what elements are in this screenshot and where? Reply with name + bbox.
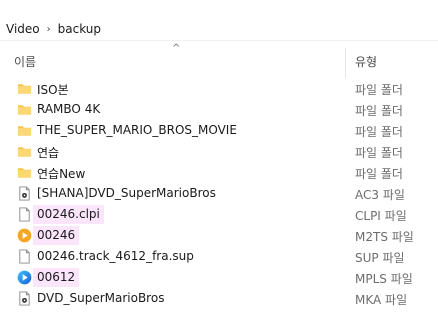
file-row[interactable]: 00246 M2TS 파일 <box>0 225 438 246</box>
file-name: 00246.clpi <box>37 207 100 221</box>
file-name: 연습New <box>37 167 86 181</box>
folder-icon <box>17 81 32 96</box>
file-row[interactable]: 연습New 파일 폴더 <box>0 162 438 183</box>
file-row[interactable]: 00612 MPLS 파일 <box>0 267 438 288</box>
file-name: 00246.track_4612_fra.sup <box>37 249 194 263</box>
file-type: M2TS 파일 <box>355 230 414 244</box>
file-type: CLPI 파일 <box>355 209 407 223</box>
file-row[interactable]: 00246.clpi CLPI 파일 <box>0 204 438 225</box>
file-name: 00612 <box>37 270 76 284</box>
file-row[interactable]: THE_SUPER_MARIO_BROS_MOVIE 파일 폴더 <box>0 120 438 141</box>
folder-icon <box>17 165 32 180</box>
file-name: 00246 <box>37 228 76 242</box>
sort-ascending-icon: ^ <box>172 43 181 54</box>
column-header-bar: 이름 ^ 유형 <box>0 40 438 78</box>
file-name: RAMBO 4K <box>37 102 101 116</box>
playlist-icon <box>17 270 32 285</box>
blank-file-icon <box>17 249 32 264</box>
file-type: 파일 폴더 <box>355 167 403 181</box>
file-type: 파일 폴더 <box>355 104 403 118</box>
file-type: MKA 파일 <box>355 293 408 307</box>
audio-file-icon <box>17 291 32 306</box>
file-type: MPLS 파일 <box>355 272 413 286</box>
column-resize-handle[interactable] <box>345 48 346 78</box>
address-bar[interactable]: Video › backup <box>0 0 438 41</box>
breadcrumb-item-video[interactable]: Video <box>6 22 40 36</box>
folder-icon <box>17 123 32 138</box>
audio-file-icon <box>17 186 32 201</box>
folder-icon <box>17 144 32 159</box>
file-list: ISO본 파일 폴더 RAMBO 4K 파일 폴더 THE_SUPER_MARIO_BR… <box>0 78 438 309</box>
media-player-icon <box>17 228 32 243</box>
file-row[interactable]: DVD_SuperMarioBros MKA 파일 <box>0 288 438 309</box>
file-type: 파일 폴더 <box>355 125 403 139</box>
file-name: THE_SUPER_MARIO_BROS_MOVIE <box>37 123 237 137</box>
file-row[interactable]: 00246.track_4612_fra.sup SUP 파일 <box>0 246 438 267</box>
file-name: ISO본 <box>37 83 69 97</box>
folder-icon <box>17 102 32 117</box>
breadcrumb: Video › backup <box>6 20 101 38</box>
file-row[interactable]: RAMBO 4K 파일 폴더 <box>0 99 438 120</box>
file-row[interactable]: ISO본 파일 폴더 <box>0 78 438 99</box>
file-type: SUP 파일 <box>355 251 405 265</box>
column-header-name[interactable]: 이름 <box>14 53 36 70</box>
file-row[interactable]: [SHANA]DVD_SuperMarioBros AC3 파일 <box>0 183 438 204</box>
breadcrumb-item-backup[interactable]: backup <box>58 22 101 36</box>
file-type: AC3 파일 <box>355 188 405 202</box>
file-name: DVD_SuperMarioBros <box>37 291 165 305</box>
file-type: 파일 폴더 <box>355 83 403 97</box>
file-row[interactable]: 연습 파일 폴더 <box>0 141 438 162</box>
column-header-type[interactable]: 유형 <box>355 53 377 70</box>
file-name: 연습 <box>37 146 60 160</box>
breadcrumb-separator[interactable]: › <box>47 24 51 35</box>
blank-file-icon <box>17 207 32 222</box>
file-name: [SHANA]DVD_SuperMarioBros <box>37 186 216 200</box>
file-type: 파일 폴더 <box>355 146 403 160</box>
